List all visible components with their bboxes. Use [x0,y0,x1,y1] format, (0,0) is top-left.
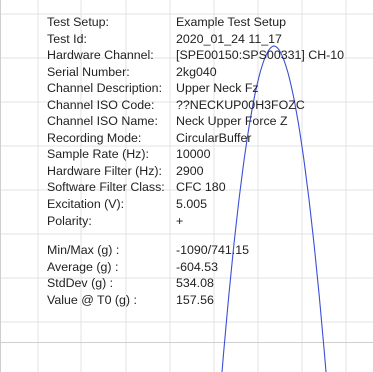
setup-label: Excitation (V): [47,197,125,212]
stat-value: -1090/741.15 [176,243,250,258]
channel-info-overlay: Test Setup: Example Test Setup Test Id: 202… [47,14,344,308]
stat-label: Min/Max (g) : [47,243,120,258]
setup-row: Channel ISO Code: ??NECKUP00H3FOZC [47,97,344,114]
setup-value: 10000 [176,147,211,162]
setup-label: Channel Description: [47,81,163,96]
setup-value: 2900 [176,163,204,178]
stat-value: -604.53 [176,259,219,274]
stat-label: StdDev (g) : [47,276,114,291]
setup-row: Channel Description: Upper Neck Fz [47,80,344,97]
setup-label: Serial Number: [47,64,130,79]
stat-row: Average (g) : -604.53 [47,259,344,276]
setup-value: CFC 180 [176,180,226,195]
setup-label: Test Setup: [47,15,109,29]
setup-label: Sample Rate (Hz): [47,147,149,162]
setup-value: 2kg040 [176,64,217,79]
setup-row: Polarity: + [47,213,344,230]
setup-value: [SPE00150:SPS00331] CH-10 [176,48,345,63]
stat-value: 534.08 [176,276,214,291]
setup-row: Channel ISO Name: Neck Upper Force Z [47,113,344,130]
setup-value: ??NECKUP00H3FOZC [176,97,305,112]
setup-row: Test Id: 2020_01_24 11_17 [47,31,344,48]
setup-row: Sample Rate (Hz): 10000 [47,146,344,163]
info-separator [47,229,344,242]
setup-label: Polarity: [47,213,92,228]
setup-value: 2020_01_24 11_17 [176,31,282,46]
setup-label: Channel ISO Code: [47,97,155,112]
setup-value: + [176,213,184,228]
setup-row: Serial Number: 2kg040 [47,64,344,81]
setup-row: Recording Mode: CircularBuffer [47,130,344,147]
setup-value: Example Test Setup [176,15,286,29]
setup-info: Test Setup: Example Test Setup Test Id: 202… [47,14,344,229]
setup-label: Recording Mode: [47,130,142,145]
setup-value: 5.005 [176,197,208,212]
setup-label: Software Filter Class: [47,180,165,195]
setup-label: Hardware Filter (Hz): [47,163,162,178]
setup-row: Hardware Channel: [SPE00150:SPS00331] CH-… [47,47,344,64]
stat-label: Value @ T0 (g) : [47,292,137,307]
setup-value: Neck Upper Force Z [176,114,288,129]
stat-label: Average (g) : [47,259,119,274]
setup-row: Excitation (V): 5.005 [47,196,344,213]
setup-row: Hardware Filter (Hz): 2900 [47,163,344,180]
channel-plot-panel[interactable]: Test Setup: Example Test Setup Test Id: 202… [0,0,373,372]
stat-row: Value @ T0 (g) : 157.56 [47,292,344,309]
stat-value: 157.56 [176,292,214,307]
setup-row: Software Filter Class: CFC 180 [47,179,344,196]
setup-value: Upper Neck Fz [176,81,259,96]
setup-label: Test Id: [47,31,87,46]
stats-info: Min/Max (g) : -1090/741.15 Average (g) : -6… [47,242,344,308]
stat-row: Min/Max (g) : -1090/741.15 [47,242,344,259]
setup-value: CircularBuffer [176,130,252,145]
stat-row: StdDev (g) : 534.08 [47,275,344,292]
setup-label: Hardware Channel: [47,48,154,63]
setup-row: Test Setup: Example Test Setup [47,14,344,31]
setup-label: Channel ISO Name: [47,114,158,129]
